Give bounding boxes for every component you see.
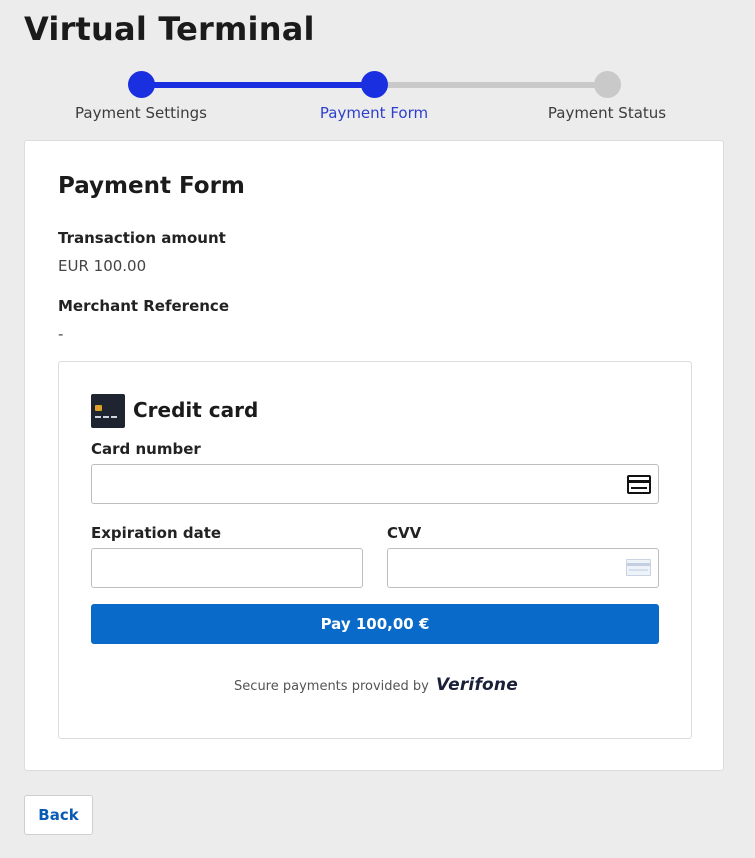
progress-stepper: Payment Settings Payment Form Payment St… [0,68,755,128]
card-icon [627,475,651,494]
step-label-payment-status: Payment Status [547,104,667,122]
cvv-label: CVV [387,524,422,542]
cvv-card-icon [626,559,651,576]
card-number-input[interactable] [91,464,659,504]
stepper-line-completed [141,82,374,88]
merchant-reference-value: - [58,325,64,343]
verifone-logo: Verifone [435,675,518,695]
page-title: Virtual Terminal [24,10,315,48]
step-label-payment-form: Payment Form [319,104,429,122]
step-dot-payment-form [361,71,388,98]
card-number-label: Card number [91,440,201,458]
transaction-amount-label: Transaction amount [58,229,226,247]
step-label-payment-settings: Payment Settings [75,104,207,122]
payment-method-title: Credit card [133,398,259,422]
secure-payments-text: Secure payments provided by [234,679,429,694]
back-button[interactable]: Back [24,795,93,835]
pay-button[interactable]: Pay 100,00 € [91,604,659,644]
expiration-date-input[interactable] [91,548,363,588]
payment-form-card: Payment Form Transaction amount EUR 100.… [24,140,724,771]
secure-payments-notice: Secure payments provided by Verifone [59,675,693,695]
expiration-date-label: Expiration date [91,524,222,542]
credit-card-panel: Credit card Card number Expiration date … [58,361,692,739]
credit-card-icon [91,394,125,428]
stepper-line-pending [374,82,607,88]
form-title: Payment Form [58,173,245,199]
step-dot-payment-settings [128,71,155,98]
cvv-input[interactable] [387,548,659,588]
merchant-reference-label: Merchant Reference [58,297,229,315]
transaction-amount-value: EUR 100.00 [58,257,147,275]
step-dot-payment-status [594,71,621,98]
